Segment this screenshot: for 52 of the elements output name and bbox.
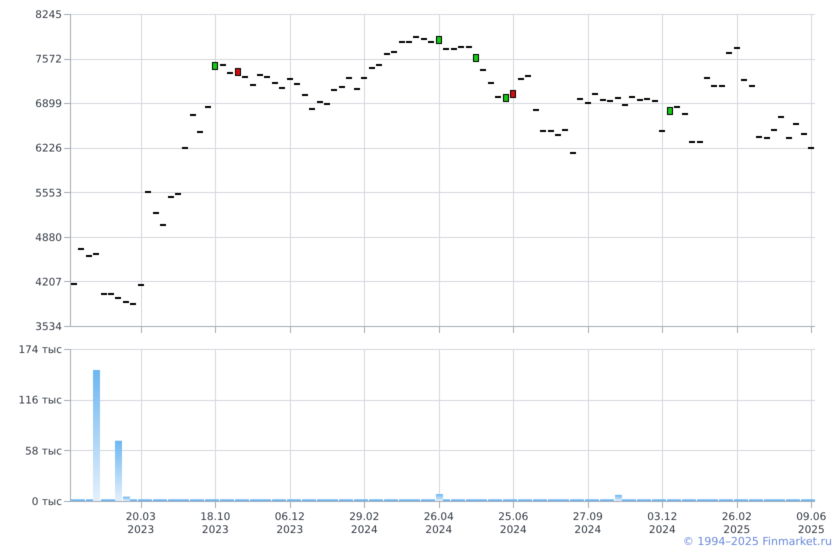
axis-label: 26.02 2025 [722,511,752,535]
price-mark [533,109,539,111]
axis-label: 58 тыс [25,445,62,458]
price-mark [346,77,352,79]
axis-label: 09.06 2025 [796,511,826,535]
axis-label: 20.03 2023 [126,511,156,535]
axis-label: 03.12 2024 [647,511,678,535]
price-mark [570,152,576,154]
axis-label: 7572 [35,54,62,66]
candle [436,36,442,44]
price-mark [786,137,792,139]
price-mark [190,114,196,116]
price-mark [361,77,367,79]
axis-label: 6226 [35,142,62,155]
price-mark [205,106,211,108]
axis-label: 26.04 2024 [424,511,454,535]
candle [667,107,673,115]
candle [212,62,218,70]
copyright-link[interactable]: © 1994–2025 Finmarket.ru [682,535,832,548]
price-mark [778,116,784,118]
price-mark [71,283,77,285]
axis-label: 116 тыс [18,394,62,407]
price-mark [138,284,144,286]
axis-label: 25.06 2024 [498,511,528,535]
axis-label: 0 тыс [32,496,62,508]
axis-label: 5553 [35,187,62,200]
candle [473,54,479,62]
axis-label: 3534 [35,321,62,333]
axis-label: 06.12 2023 [274,511,305,535]
axis-label: 4880 [35,232,62,244]
price-mark [801,133,807,135]
price-mark [659,130,665,132]
axis-label: 27.09 2024 [572,511,603,535]
price-mark [160,224,166,226]
price-mark [354,88,360,90]
price-mark [153,212,159,214]
candle [235,68,241,76]
axis-label: 6899 [35,98,62,110]
price-mark [145,191,151,193]
price-mark [480,69,486,71]
price-mark [302,94,308,96]
price-mark [197,131,203,133]
axis-label: 18.10 2023 [200,511,230,535]
axis-label: 29.02 2024 [349,511,380,535]
price-mark [495,96,501,98]
axis-label: 4207 [35,276,62,288]
price-mark [182,147,188,149]
axis-label: 174 тыс [18,344,62,356]
price-mark [793,123,799,125]
price-mark [808,147,814,149]
price-mark [488,82,494,84]
axis-label: 8245 [35,9,62,21]
